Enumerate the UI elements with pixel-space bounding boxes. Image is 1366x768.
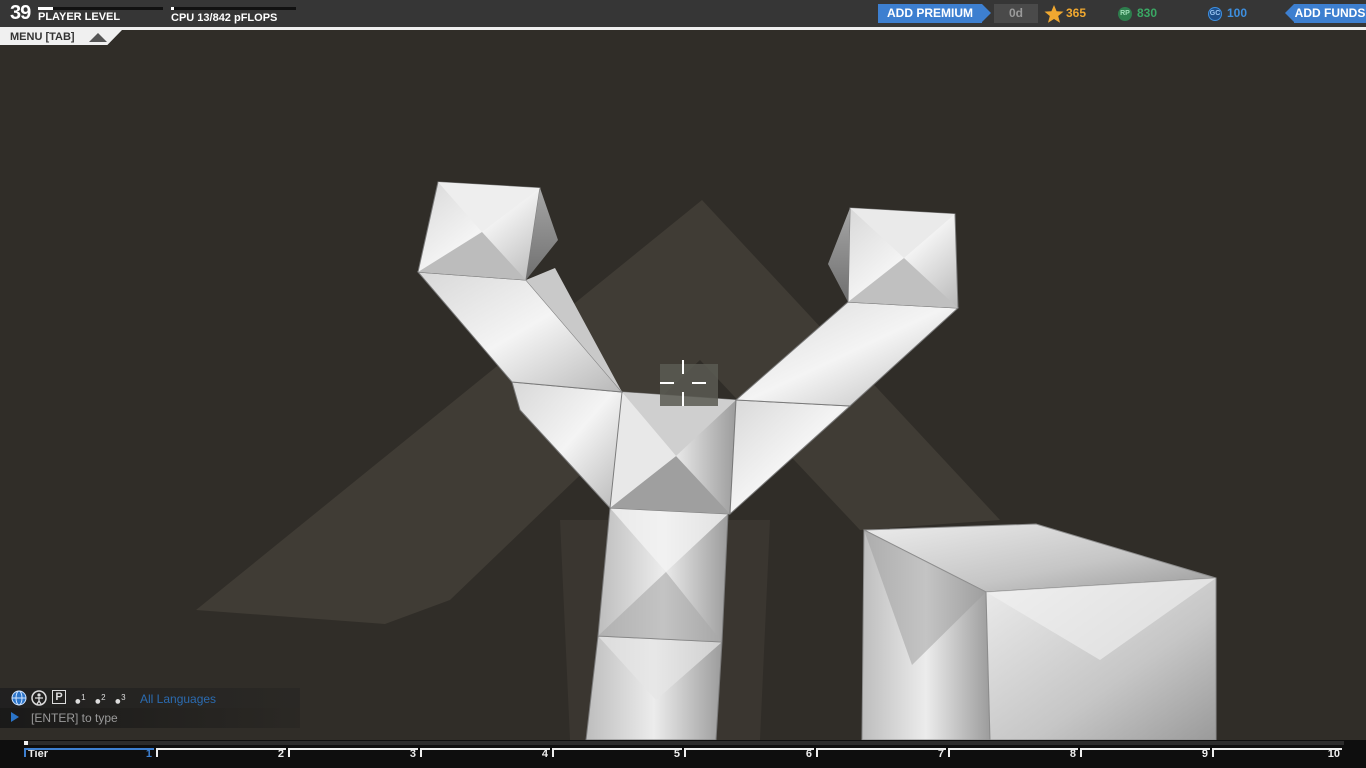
tier-number: 4 <box>541 748 548 760</box>
tier-segment <box>24 748 154 757</box>
currency-stars: 365 <box>1044 5 1086 23</box>
tier-number: 2 <box>277 748 284 760</box>
cpu-usage-fill <box>171 7 174 10</box>
globe-icon[interactable] <box>11 690 27 706</box>
tier-number: 7 <box>937 748 944 760</box>
party-icon[interactable]: P <box>52 690 66 704</box>
robot-right-top-cube <box>828 207 959 309</box>
tier-number: 6 <box>805 748 812 760</box>
tier-number: 1 <box>145 748 152 760</box>
tier-segment <box>1080 748 1210 757</box>
robot-stem-cube-lower <box>585 635 723 740</box>
galaxy-coins-icon: GC <box>1208 6 1222 21</box>
player-level-label: PLAYER LEVEL <box>38 11 121 23</box>
tier-number: 5 <box>673 748 680 760</box>
stars-value: 365 <box>1066 6 1087 21</box>
team-2-icon[interactable]: ●2 <box>92 690 108 708</box>
robot-center-cube <box>609 391 737 515</box>
add-premium-arrow[interactable] <box>982 4 991 22</box>
tier-segment <box>948 748 1078 757</box>
robot-left-top-cube <box>417 181 558 281</box>
tier-segment <box>816 748 946 757</box>
cpu-usage-bar <box>171 7 296 10</box>
chat-prompt-arrow-icon <box>11 712 19 722</box>
tier-number: 3 <box>409 748 416 760</box>
team-1-icon[interactable]: ●1 <box>72 690 88 708</box>
currency-galaxy-coins: GC 100 <box>1208 5 1247 23</box>
player-level-number: 39 <box>10 2 31 24</box>
tier-segment <box>684 748 814 757</box>
tier-number: 8 <box>1069 748 1076 760</box>
tier-segment <box>552 748 682 757</box>
robot-large-cube <box>861 523 1217 740</box>
tier-segment <box>1212 748 1342 757</box>
robot-stem-cube-upper <box>597 507 729 643</box>
tier-number: 9 <box>1201 748 1208 760</box>
placement-ghost-cube <box>660 364 718 406</box>
tier-number: 10 <box>1327 748 1340 760</box>
faction-icon[interactable] <box>31 690 47 706</box>
tier-segment <box>156 748 286 757</box>
add-funds-arrow[interactable] <box>1285 4 1294 22</box>
team-3-icon[interactable]: ●3 <box>112 690 128 708</box>
star-icon <box>1044 5 1064 23</box>
cpu-usage-label: CPU 13/842 pFLOPS <box>171 12 278 24</box>
chat-language-selector[interactable]: All Languages <box>140 692 216 706</box>
garage-3d-viewport[interactable] <box>0 30 1366 740</box>
player-level-progress-bar <box>38 7 163 10</box>
chat-input-placeholder[interactable]: [ENTER] to type <box>31 711 118 725</box>
player-level-progress-fill <box>38 7 53 10</box>
robits-value: 830 <box>1137 6 1158 20</box>
galaxy-coins-value: 100 <box>1227 6 1248 20</box>
tier-segment <box>420 748 550 757</box>
tier-progress-track <box>24 741 1344 745</box>
add-premium-button[interactable]: ADD PREMIUM <box>878 4 982 23</box>
add-funds-button[interactable]: ADD FUNDS <box>1294 4 1366 23</box>
robits-icon: RP <box>1118 6 1132 21</box>
tier-segment <box>288 748 418 757</box>
currency-robits: RP 830 <box>1118 5 1157 23</box>
premium-days-remaining: 0d <box>994 4 1038 23</box>
tier-progress-fill <box>24 741 28 745</box>
